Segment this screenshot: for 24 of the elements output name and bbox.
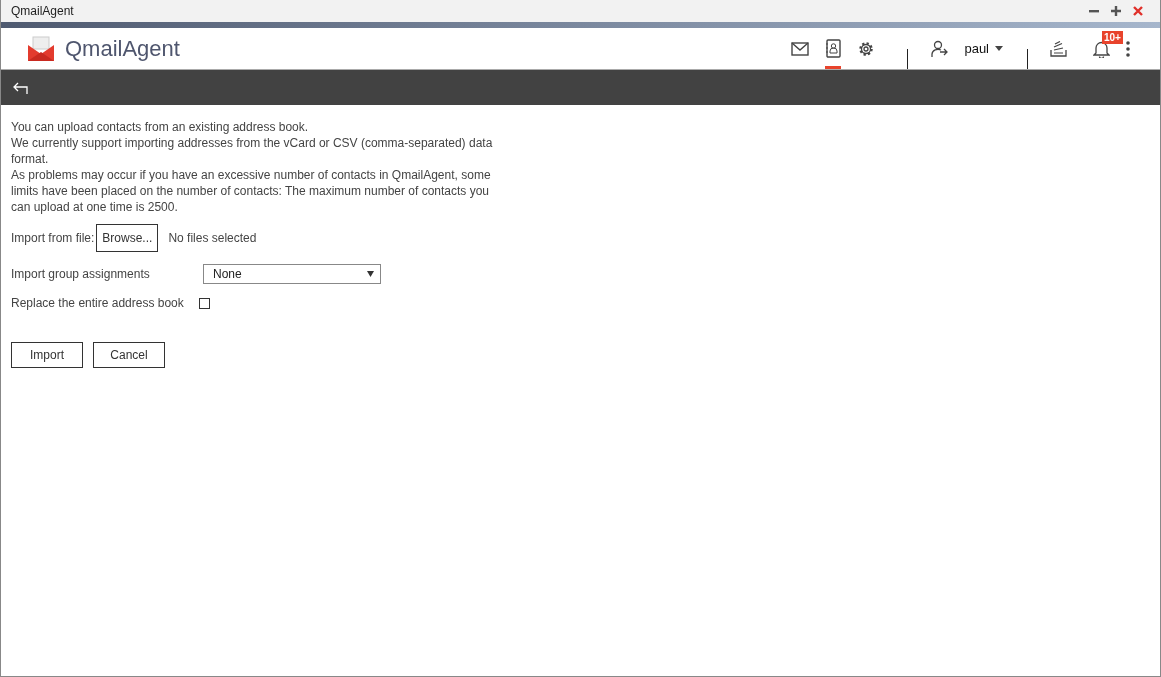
close-icon[interactable]	[1132, 5, 1144, 17]
import-file-label: Import from file:	[11, 231, 95, 245]
user-switch-icon[interactable]	[930, 39, 949, 58]
cancel-button[interactable]: Cancel	[93, 342, 165, 368]
user-menu[interactable]: paul	[964, 41, 1003, 56]
replace-checkbox[interactable]	[198, 297, 210, 309]
replace-address-book-label: Replace the entire address book	[11, 296, 184, 310]
app-name: QmailAgent	[65, 35, 180, 62]
bell-icon[interactable]	[1093, 39, 1110, 58]
stack-icon[interactable]	[1050, 40, 1067, 57]
more-icon[interactable]	[1126, 40, 1130, 57]
notification-badge: 10+	[1102, 30, 1123, 44]
file-status: No files selected	[168, 231, 257, 245]
maximize-icon[interactable]	[1110, 5, 1122, 17]
back-arrow-icon[interactable]	[12, 80, 28, 95]
group-assignments-label: Import group assignments	[11, 267, 151, 281]
import-button[interactable]: Import	[11, 342, 83, 368]
browse-button[interactable]: Browse...	[96, 224, 159, 252]
envelope-logo-icon	[27, 35, 55, 62]
group-dropdown[interactable]: None	[203, 264, 381, 284]
intro-text: You can upload contacts from an existing address book. We currently support importing addresses from the vCard or CSV (comma-separated) data format. As problems may occur if you have an excessive number of contacts in QmailAgent, some limits have been placed on the number of contacts: The maximum number of contacts you can upload at one time is 2500.	[11, 119, 494, 215]
caret-icon	[367, 271, 374, 277]
caret-icon	[995, 46, 1003, 51]
window-title: QmailAgent	[11, 4, 74, 18]
